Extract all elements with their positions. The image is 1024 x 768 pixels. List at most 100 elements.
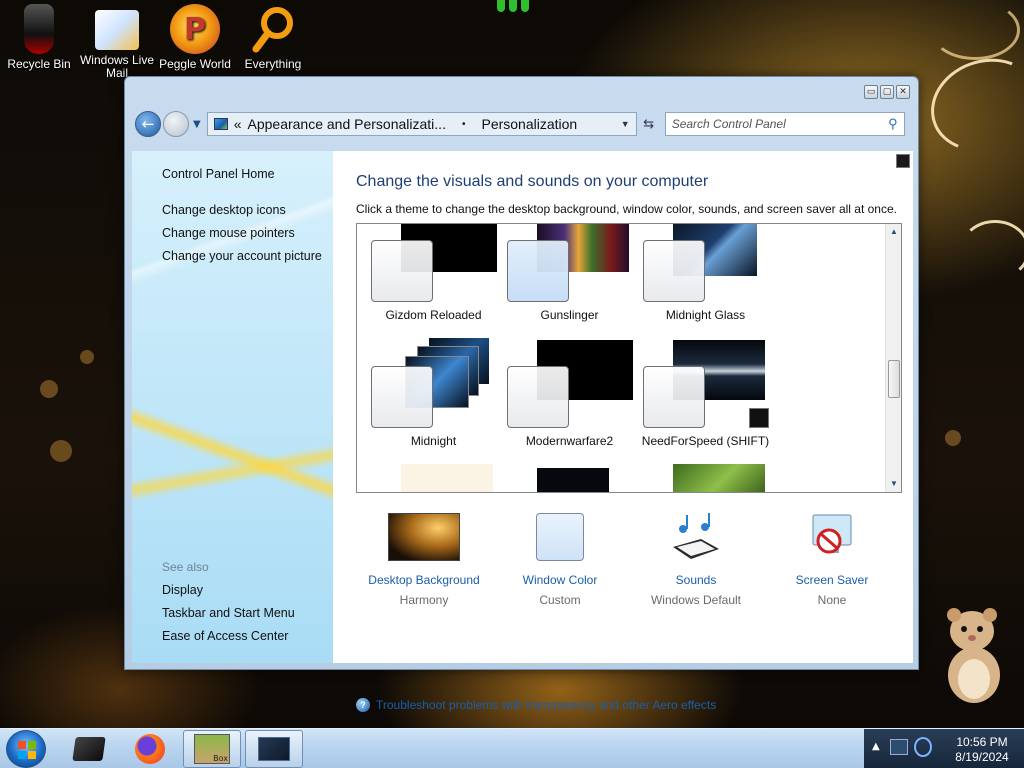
troubleshoot-text[interactable]: Troubleshoot problems with transparency … — [376, 698, 716, 712]
clock[interactable]: 10:56 PM 8/19/2024 — [944, 735, 1020, 765]
desktop-icon-label: Recycle Bin — [7, 58, 71, 71]
display-link[interactable]: Display — [162, 583, 203, 597]
volume-icon[interactable] — [914, 737, 932, 757]
wallpaper-swirl — [960, 220, 1024, 280]
wallpaper-bokeh — [50, 440, 72, 462]
screen-saver-value: None — [817, 593, 847, 607]
search-input[interactable]: Search Control Panel ⚲ — [664, 112, 905, 136]
hamster-gadget[interactable] — [940, 605, 1006, 705]
theme-tile[interactable]: Modernwarfare2 — [507, 340, 637, 462]
desktop-background-label[interactable]: Desktop Background — [349, 573, 499, 587]
change-mouse-pointers-link[interactable]: Change mouse pointers — [162, 226, 295, 240]
theme-color-swatch — [507, 240, 569, 302]
start-button[interactable] — [6, 730, 46, 768]
breadcrumb-appearance[interactable]: Appearance and Personalizati... — [248, 116, 446, 132]
theme-tile[interactable]: Midnight — [371, 338, 501, 462]
theme-preview — [673, 464, 765, 492]
show-hidden-icons-button[interactable]: ▲ — [872, 741, 880, 752]
theme-tile[interactable]: Gunslinger — [507, 224, 637, 336]
theme-tile[interactable] — [507, 468, 637, 492]
scroll-up-icon[interactable]: ▲ — [886, 224, 901, 240]
clock-date: 8/19/2024 — [955, 750, 1009, 764]
windows-logo-icon — [18, 741, 36, 759]
control-panel-taskbar-icon — [258, 737, 290, 761]
theme-scrollbar[interactable]: ▲ ▼ — [885, 224, 901, 492]
system-tray: ▲ 10:56 PM 8/19/2024 — [864, 729, 1024, 768]
theme-color-swatch — [371, 366, 433, 428]
window-color-value: Custom — [539, 593, 581, 607]
refresh-button[interactable]: ⇆ — [637, 117, 661, 132]
page-description: Click a theme to change the desktop back… — [356, 202, 897, 216]
desktop-icon-windows-live-mail[interactable]: Windows Live Mail — [78, 4, 156, 80]
screen-saver-label[interactable]: Screen Saver — [757, 573, 907, 587]
close-button[interactable]: ✕ — [896, 85, 910, 99]
screen-saver-setting[interactable]: Screen Saver None — [757, 513, 907, 607]
theme-name: Midnight Glass — [665, 308, 746, 322]
minimize-button[interactable]: ▭ — [864, 85, 878, 99]
theme-tile[interactable] — [643, 464, 773, 492]
sounds-setting[interactable]: Sounds Windows Default — [621, 513, 771, 607]
theme-name: Modernwarfare2 — [525, 434, 614, 448]
troubleshoot-icon: ? — [356, 698, 370, 712]
see-also-heading: See also — [162, 560, 209, 574]
refresh-icon: ⇆ — [643, 116, 655, 132]
taskbar: Box ▲ 10:56 PM 8/19/2024 — [0, 728, 1024, 768]
address-dropdown-icon[interactable]: ▼ — [621, 119, 630, 129]
navigation-bar: ← ▼ « Appearance and Personalizati... • … — [135, 109, 913, 139]
forward-button[interactable] — [163, 111, 189, 137]
control-panel-home-link[interactable]: Control Panel Home — [162, 167, 275, 181]
taskbar-item-firefox[interactable] — [121, 730, 179, 768]
scroll-down-icon[interactable]: ▼ — [886, 476, 901, 492]
theme-tile[interactable]: Gizdom Reloaded — [371, 224, 501, 336]
desktop-icon-everything[interactable]: Everything — [234, 4, 312, 84]
taskbar-item-hamster-box[interactable]: Box — [183, 730, 241, 768]
theme-preview — [749, 408, 769, 428]
search-icon[interactable]: ⚲ — [888, 116, 898, 132]
breadcrumb-prefix[interactable]: « — [234, 116, 242, 132]
wallpaper-bokeh — [945, 430, 961, 446]
personalization-window: ▭ ▢ ✕ ← ▼ « Appearance and Personalizati… — [124, 76, 919, 712]
theme-preview — [401, 464, 493, 492]
page-title: Change the visuals and sounds on your co… — [356, 173, 709, 190]
recent-pages-dropdown[interactable]: ▼ — [193, 119, 201, 130]
theme-name: Midnight — [410, 434, 457, 448]
theme-tile[interactable]: NeedForSpeed (SHIFT) — [642, 340, 773, 462]
theme-name: Gunslinger — [540, 308, 599, 322]
sounds-label[interactable]: Sounds — [621, 573, 771, 587]
change-account-picture-link[interactable]: Change your account picture — [162, 249, 322, 263]
theme-tile[interactable] — [371, 464, 501, 492]
breadcrumb-personalization[interactable]: Personalization — [481, 116, 577, 132]
taskbar-start-menu-link[interactable]: Taskbar and Start Menu — [162, 606, 295, 620]
theme-color-swatch — [507, 366, 569, 428]
breadcrumb-separator[interactable]: • — [462, 119, 466, 130]
window-color-label[interactable]: Window Color — [485, 573, 635, 587]
magnifier-icon — [248, 4, 298, 54]
recycle-bin-icon — [24, 4, 54, 54]
taskbar-item-monitor-app[interactable] — [60, 730, 118, 768]
clock-time: 10:56 PM — [956, 735, 1008, 749]
theme-preview — [537, 468, 609, 492]
address-bar[interactable]: « Appearance and Personalizati... • Pers… — [206, 112, 637, 136]
help-corner-icon[interactable] — [896, 154, 910, 168]
taskbar-item-control-panel[interactable] — [245, 730, 303, 768]
wallpaper-bokeh — [40, 380, 58, 398]
desktop-icon-recycle-bin[interactable]: Recycle Bin — [0, 4, 78, 84]
theme-name: Gizdom Reloaded — [385, 308, 482, 322]
desktop-background-setting[interactable]: Desktop Background Harmony — [349, 513, 499, 607]
back-button[interactable]: ← — [135, 111, 161, 137]
troubleshoot-link[interactable]: ? Troubleshoot problems with transparenc… — [356, 698, 716, 712]
scrollbar-thumb[interactable] — [888, 360, 900, 398]
window-color-setting[interactable]: Window Color Custom — [485, 513, 635, 607]
maximize-button[interactable]: ▢ — [880, 85, 894, 99]
desktop-icon-peggle-world[interactable]: P Peggle World — [156, 4, 234, 84]
theme-name: NeedForSpeed (SHIFT) — [641, 434, 770, 448]
theme-gallery: Gizdom Reloaded Gunslinger Midnight Glas… — [356, 223, 902, 493]
change-desktop-icons-link[interactable]: Change desktop icons — [162, 203, 286, 217]
network-icon[interactable] — [890, 739, 908, 755]
peggle-icon: P — [170, 4, 220, 54]
theme-tile[interactable]: Midnight Glass — [643, 224, 773, 336]
main-content: Change the visuals and sounds on your co… — [333, 151, 913, 712]
ease-of-access-link[interactable]: Ease of Access Center — [162, 629, 288, 643]
firefox-icon — [135, 734, 165, 764]
monitor-app-icon — [72, 737, 106, 761]
